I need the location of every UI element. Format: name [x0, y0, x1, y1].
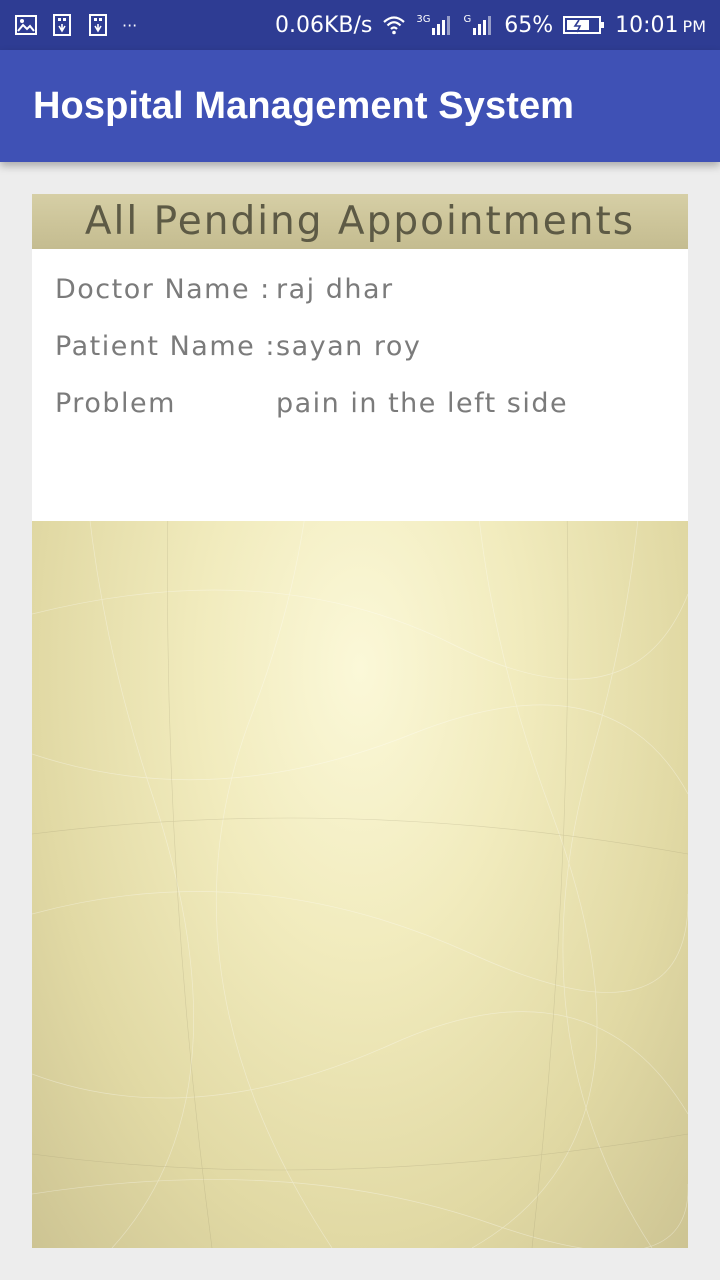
wifi-icon — [383, 16, 406, 35]
image-icon — [15, 15, 37, 35]
problem-value: pain in the left side — [276, 388, 569, 419]
network-type-label: 3G — [416, 14, 431, 25]
notification-icons: ··· — [14, 13, 137, 37]
battery-percent: 65% — [504, 12, 554, 38]
doctor-row: Doctor Name : raj dhar — [32, 271, 688, 308]
patient-name-value: sayan roy — [276, 331, 422, 362]
problem-label: Problem — [55, 388, 176, 419]
patient-row: Patient Name : sayan roy — [32, 328, 688, 365]
app-title: Hospital Management System — [33, 84, 575, 127]
signal-3g-icon: 3G — [416, 14, 453, 36]
status-bar: ··· 0.06KB/s 3G G 65% 10:01 PM — [0, 0, 720, 50]
clock-ampm: PM — [682, 16, 706, 36]
network-type-label: G — [463, 14, 472, 25]
patient-name-label: Patient Name : — [55, 331, 276, 362]
section-title: All Pending Appointments — [84, 199, 636, 244]
appointments-panel: All Pending Appointments Doctor Name : r… — [32, 194, 688, 1248]
app-bar: Hospital Management System — [0, 50, 720, 162]
system-indicators: 0.06KB/s 3G G 65% 10:01 PM — [275, 13, 706, 38]
battery-icon — [563, 16, 605, 34]
network-speed: 0.06KB/s — [274, 12, 373, 38]
appointment-card[interactable]: Doctor Name : raj dhar Patient Name : sa… — [32, 249, 688, 521]
problem-row: Problem pain in the left side — [32, 385, 688, 422]
section-header: All Pending Appointments — [32, 194, 688, 249]
doctor-name-label: Doctor Name : — [55, 274, 271, 305]
clock-time: 10:01 — [615, 12, 679, 38]
clock: 10:01 PM — [615, 13, 706, 38]
usb-icon — [89, 14, 107, 36]
doctor-name-value: raj dhar — [276, 274, 394, 305]
more-notifications-icon: ··· — [122, 15, 138, 35]
signal-g-icon: G — [463, 14, 494, 36]
usb-icon — [53, 14, 71, 36]
